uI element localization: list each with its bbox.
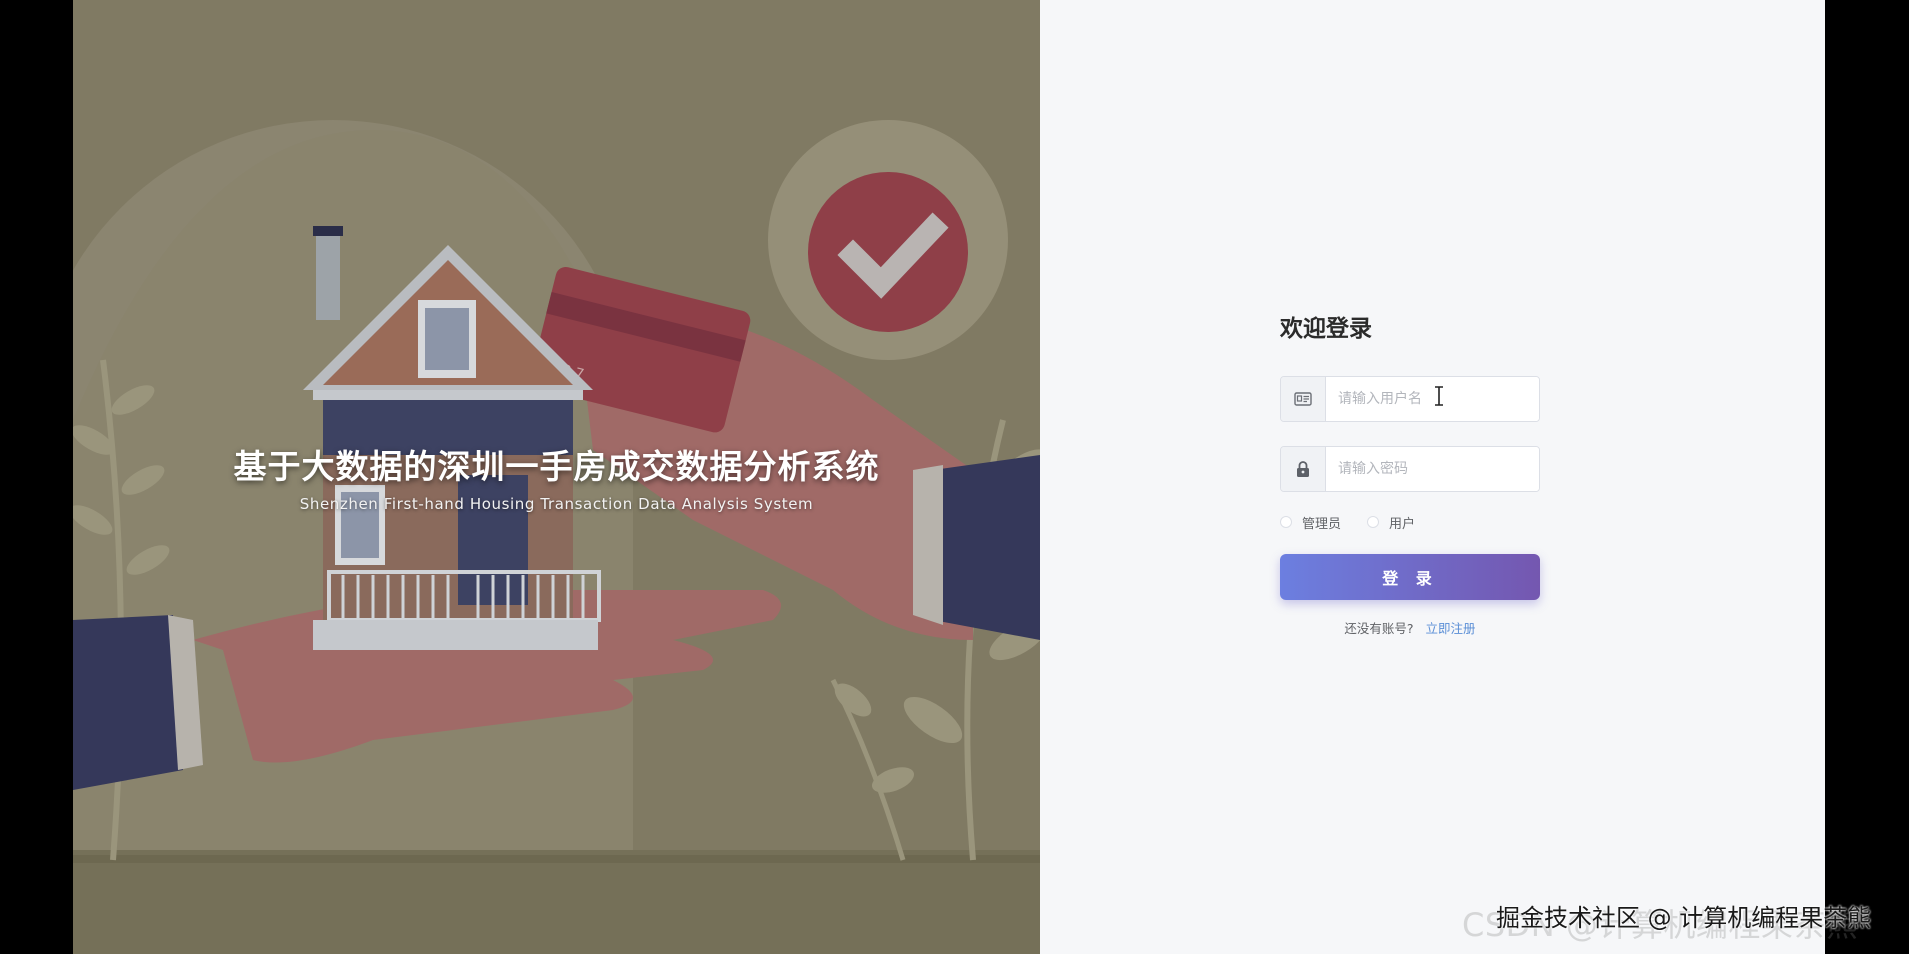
radio-admin[interactable] xyxy=(1280,516,1292,528)
register-link[interactable]: 立即注册 xyxy=(1426,621,1476,636)
role-option-user[interactable]: 用户 xyxy=(1367,513,1415,532)
password-input[interactable] xyxy=(1326,447,1539,491)
hero-title: 基于大数据的深圳一手房成交数据分析系统 xyxy=(233,447,880,486)
login-panel: 欢迎登录 请输入用户名 管理员 用户 登 录 还没有账号? 立即注册 xyxy=(1040,0,1825,954)
password-field[interactable] xyxy=(1280,446,1540,492)
role-label-user: 用户 xyxy=(1389,516,1416,532)
username-field[interactable] xyxy=(1280,376,1540,422)
login-page: 98 7 xyxy=(73,0,1825,954)
login-button[interactable]: 登 录 xyxy=(1280,554,1540,600)
register-row: 还没有账号? 立即注册 xyxy=(1280,618,1540,637)
role-option-admin[interactable]: 管理员 xyxy=(1280,513,1341,532)
login-title: 欢迎登录 xyxy=(1280,316,1372,342)
lock-icon xyxy=(1281,447,1326,491)
watermark-juejin: 掘金技术社区 @ 计算机编程果茶熊 xyxy=(1496,904,1872,932)
text-cursor-icon xyxy=(1435,386,1443,406)
role-selector: 管理员 用户 xyxy=(1280,512,1540,532)
login-form: 欢迎登录 请输入用户名 管理员 用户 登 录 还没有账号? 立即注册 xyxy=(1280,312,1540,637)
hero-subtitle: Shenzhen First-hand Housing Transaction … xyxy=(299,495,814,513)
id-card-icon xyxy=(1281,377,1326,421)
role-label-admin: 管理员 xyxy=(1302,516,1342,532)
hero-illustration-panel: 98 7 xyxy=(73,0,1040,954)
register-prompt: 还没有账号? xyxy=(1344,621,1414,636)
radio-user[interactable] xyxy=(1367,516,1380,528)
